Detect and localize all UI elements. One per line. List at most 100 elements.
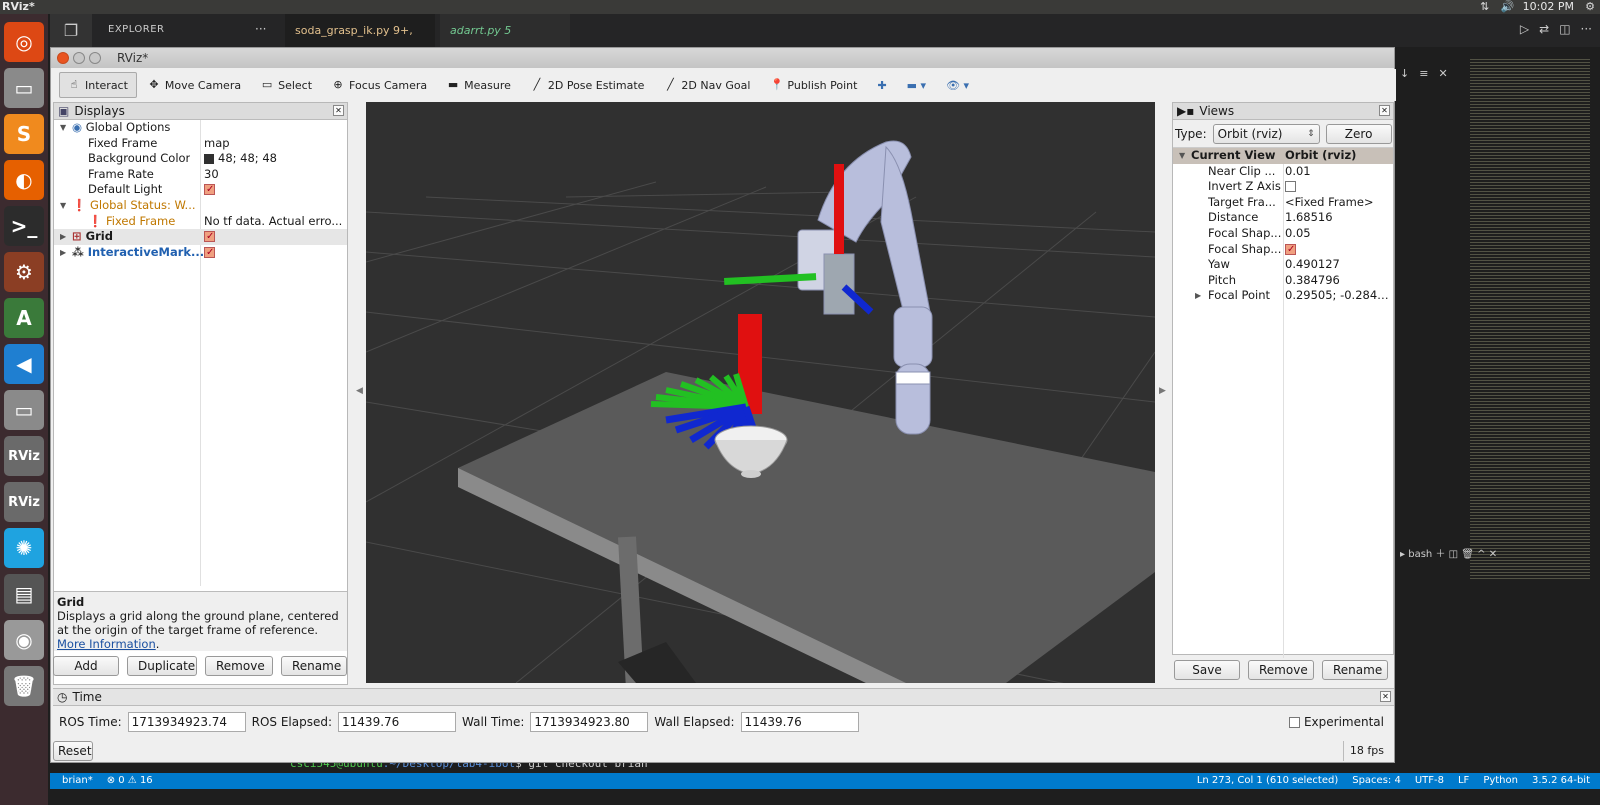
trash-icon[interactable]: 🗑 — [1461, 549, 1474, 560]
end-of-line[interactable]: LF — [1458, 773, 1469, 789]
view-type-select[interactable]: Orbit (rviz) — [1212, 123, 1320, 144]
split-terminal-icon[interactable]: ◫ — [1449, 549, 1458, 560]
default-light-checkbox[interactable] — [204, 182, 215, 198]
tool-interact-button[interactable]: ☝ Interact — [59, 72, 137, 98]
window-icon[interactable]: ▤ — [4, 574, 44, 614]
close-icon[interactable]: ✕ — [1438, 67, 1447, 85]
view-property-row[interactable]: Pitch 0.384796 — [1173, 273, 1393, 289]
files-2-icon[interactable]: ▭ — [4, 390, 44, 430]
system-gear-icon[interactable]: ⚙ — [1584, 0, 1596, 14]
ros-elapsed-field[interactable]: 11439.76 — [338, 712, 457, 732]
rename-display-button[interactable]: Rename — [281, 656, 347, 676]
add-tool-icon[interactable]: ✚ — [868, 72, 895, 98]
zero-button[interactable]: Zero — [1325, 123, 1392, 144]
tool-2d-pose-estimate-button[interactable]: ╱ 2D Pose Estimate — [522, 72, 654, 98]
add-terminal-icon[interactable]: ＋ — [1435, 549, 1445, 560]
rviz-2-icon[interactable]: RViz — [4, 482, 44, 522]
duplicate-display-button[interactable]: Duplicate — [127, 656, 197, 676]
wall-time-field[interactable]: 1713934923.80 — [530, 712, 649, 732]
tree-row-fixed-frame[interactable]: Fixed Frame map — [54, 136, 347, 152]
tree-row-global-status[interactable]: ▼ ❗ Global Status: W... — [54, 198, 347, 214]
close-icon[interactable]: ✕ — [1379, 105, 1390, 116]
view-property-row[interactable]: Invert Z Axis — [1173, 179, 1393, 195]
collapse-right-icon[interactable]: ▶ — [1159, 386, 1166, 396]
close-icon[interactable]: ✕ — [1489, 549, 1497, 560]
distance-value[interactable]: 1.68516 — [1285, 210, 1393, 226]
grid-checkbox[interactable] — [204, 229, 215, 245]
settings-icon[interactable]: ⚙ — [4, 252, 44, 292]
frame-rate-value[interactable]: 30 — [204, 167, 346, 183]
clock[interactable]: 10:02 PM — [1523, 0, 1574, 14]
view-property-row[interactable]: Near Clip ... 0.01 — [1173, 164, 1393, 180]
target-frame-value[interactable]: <Fixed Frame> — [1285, 195, 1393, 211]
tool-focus-camera-button[interactable]: ⊕ Focus Camera — [323, 72, 436, 98]
expand-right-icon[interactable]: ▶ — [60, 245, 66, 261]
invert-z-checkbox[interactable] — [1285, 181, 1296, 193]
terminal-icon[interactable]: >_ — [4, 206, 44, 246]
firefox-icon[interactable]: ◐ — [4, 160, 44, 200]
pitch-value[interactable]: 0.384796 — [1285, 273, 1393, 289]
view-property-row[interactable]: Yaw 0.490127 — [1173, 257, 1393, 273]
tool-2d-nav-goal-button[interactable]: ╱ 2D Nav Goal — [655, 72, 759, 98]
volume-icon[interactable]: 🔊 — [1501, 0, 1515, 14]
close-icon[interactable]: ✕ — [1380, 691, 1391, 702]
split-editor-icon[interactable]: ◫ — [1559, 22, 1570, 36]
tree-row-background-color[interactable]: Background Color 48; 48; 48 — [54, 151, 347, 167]
3d-render-view[interactable] — [366, 102, 1155, 683]
indentation[interactable]: Spaces: 4 — [1352, 773, 1401, 789]
expand-down-icon[interactable]: ▼ — [60, 198, 66, 214]
fixed-frame-value[interactable]: map — [204, 136, 346, 152]
remove-view-button[interactable]: Remove — [1248, 660, 1314, 680]
tab-soda-grasp-ik[interactable]: soda_grasp_ik.py 9+, M ✕ — [285, 14, 435, 70]
software-updater-icon[interactable]: A — [4, 298, 44, 338]
tree-row-frame-rate[interactable]: Frame Rate 30 — [54, 167, 347, 183]
explorer-activity-icon[interactable]: ❐ — [50, 14, 92, 47]
tree-row-status-fixed-frame[interactable]: ❗ Fixed Frame No tf data. Actual erro... — [54, 214, 347, 230]
language-mode[interactable]: Python — [1483, 773, 1518, 789]
add-display-button[interactable]: Add — [53, 656, 119, 676]
tree-row-grid[interactable]: ▶ ⊞ Grid — [54, 229, 347, 245]
view-property-row[interactable]: Target Fra... <Fixed Frame> — [1173, 195, 1393, 211]
disc-icon[interactable]: ◉ — [4, 620, 44, 660]
expand-down-icon[interactable]: ▼ — [1179, 148, 1185, 164]
tab-adarrt[interactable]: adarrt.py 5 — [440, 14, 570, 47]
vscode-icon[interactable]: ◀ — [4, 344, 44, 384]
wall-elapsed-field[interactable]: 11439.76 — [740, 712, 859, 732]
tree-row-interactive-markers[interactable]: ▶ ⁂ InteractiveMark... — [54, 245, 347, 261]
3d-scene[interactable] — [366, 102, 1155, 683]
cursor-position[interactable]: Ln 273, Col 1 (610 selected) — [1197, 773, 1338, 789]
ubuntu-logo-icon[interactable]: ◎ — [4, 22, 44, 62]
trash-icon[interactable]: 🗑 — [4, 666, 44, 706]
focal-shape-size-value[interactable]: 0.05 — [1285, 226, 1393, 242]
expand-right-icon[interactable]: ▶ — [1195, 288, 1201, 304]
ros-time-field[interactable]: 1713934923.74 — [127, 712, 246, 732]
tree-row-global-options[interactable]: ▼ ◉ Global Options — [54, 120, 347, 136]
minimap-code[interactable] — [1470, 59, 1590, 579]
focal-point-value[interactable]: 0.29505; -0.2848... — [1285, 288, 1393, 304]
view-property-row[interactable]: Focal Shap... — [1173, 242, 1393, 257]
save-view-button[interactable]: Save — [1174, 660, 1240, 680]
tree-row-default-light[interactable]: Default Light — [54, 182, 347, 198]
color-swatch[interactable] — [204, 153, 214, 164]
window-minimize-button[interactable] — [73, 52, 85, 64]
near-clip-value[interactable]: 0.01 — [1285, 164, 1393, 180]
expand-right-icon[interactable]: ▶ — [60, 229, 66, 245]
collapse-left-icon[interactable]: ◀ — [356, 386, 363, 396]
view-property-row[interactable]: Distance 1.68516 — [1173, 210, 1393, 226]
rviz-titlebar[interactable]: RViz* — [51, 48, 1394, 68]
close-icon[interactable]: ✕ — [333, 105, 344, 116]
files-icon[interactable]: ▭ — [4, 68, 44, 108]
experimental-checkbox[interactable] — [1288, 716, 1300, 728]
sublime-icon[interactable]: S — [4, 114, 44, 154]
focal-shape-fixed-checkbox[interactable] — [1285, 242, 1296, 257]
rviz-icon[interactable]: RViz — [4, 436, 44, 476]
tool-measure-button[interactable]: ▬ Measure — [438, 72, 520, 98]
explorer-more-icon[interactable]: ··· — [255, 22, 266, 36]
yaw-value[interactable]: 0.490127 — [1285, 257, 1393, 273]
tool-select-button[interactable]: ▭ Select — [252, 72, 321, 98]
current-view-row[interactable]: ▼ Current View Orbit (rviz) — [1173, 148, 1393, 164]
compare-icon[interactable]: ⇄ — [1539, 22, 1549, 36]
problems-count[interactable]: ⊗ 0 ⚠ 16 — [107, 773, 153, 789]
tool-move-camera-button[interactable]: ✥ Move Camera — [139, 72, 250, 98]
tool-publish-point-button[interactable]: 📍 Publish Point — [761, 72, 866, 98]
